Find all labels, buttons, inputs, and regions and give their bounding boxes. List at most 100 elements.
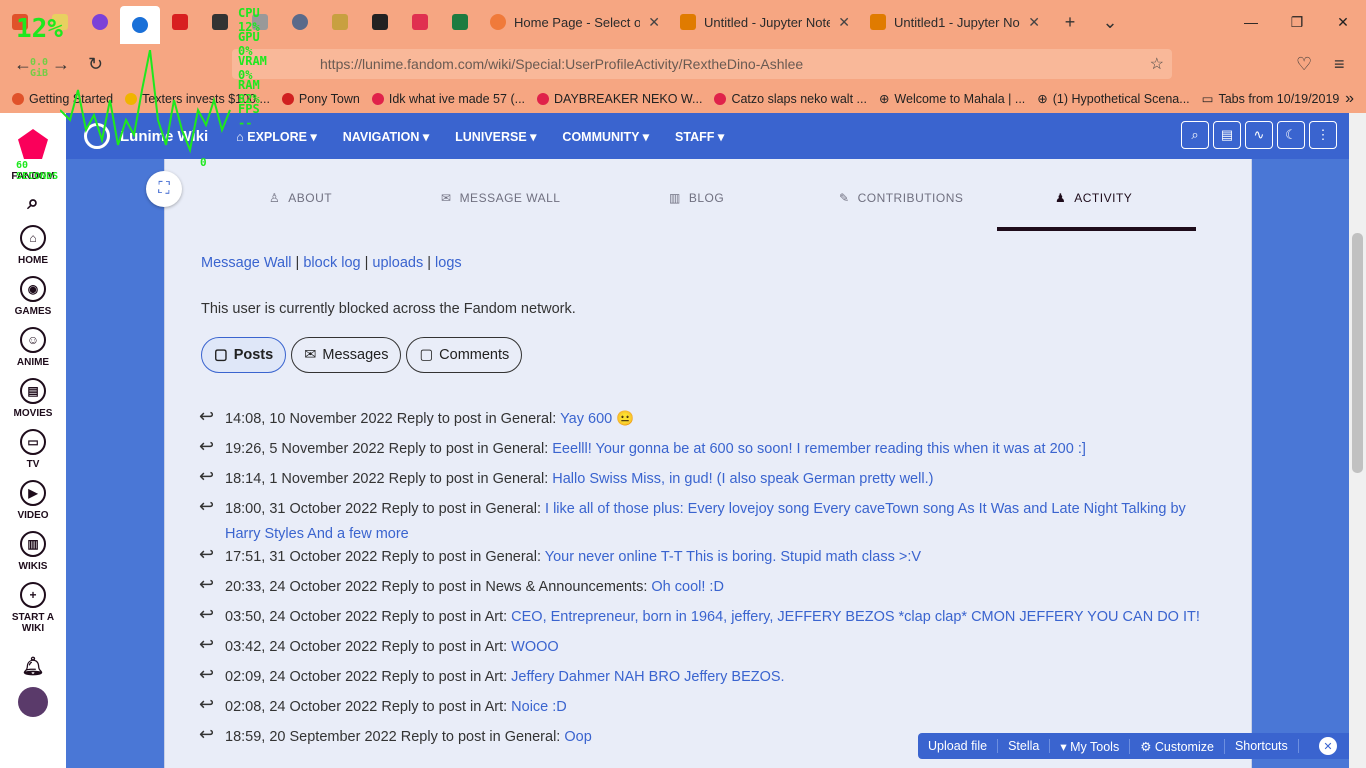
user-avatar[interactable] bbox=[18, 687, 48, 717]
message-wall-link[interactable]: Message Wall bbox=[201, 255, 292, 271]
customize-button[interactable]: ⚙ Customize bbox=[1130, 738, 1225, 754]
filter-posts-button[interactable]: ▢ Posts bbox=[201, 337, 287, 373]
notifications-button[interactable]: 🔔︎ bbox=[22, 656, 45, 677]
cpu-graph bbox=[60, 50, 231, 154]
more-options-icon[interactable]: ⋮ bbox=[1309, 121, 1337, 149]
bookmark-star-icon[interactable]: ☆ bbox=[1150, 54, 1164, 74]
tab-message-wall[interactable]: ✉ MESSAGE WALL bbox=[441, 191, 560, 205]
tab-activity[interactable]: ♟ ACTIVITY bbox=[1055, 191, 1132, 205]
sidebar-item-home[interactable]: ⌂ HOME bbox=[18, 225, 48, 266]
bookmark-item[interactable]: Pony Town bbox=[281, 91, 360, 106]
new-tab-icon[interactable]: + bbox=[1050, 12, 1090, 33]
sidebar-item-label: VIDEO bbox=[17, 510, 49, 521]
pocket-icon[interactable]: ♡ bbox=[1296, 54, 1312, 75]
expand-content-button[interactable]: ⛶ bbox=[146, 171, 182, 207]
pinned-tab[interactable] bbox=[280, 0, 320, 44]
bookmark-item[interactable]: ⊕ Welcome to Mahala | ... bbox=[879, 91, 1026, 107]
activity-link[interactable]: Eeelll! Your gonna be at 600 so soon! I … bbox=[552, 441, 1086, 457]
block-log-link[interactable]: block log bbox=[303, 255, 360, 271]
close-window-icon[interactable]: ✕ bbox=[1320, 14, 1366, 31]
discussions-icon[interactable]: ▤ bbox=[1213, 121, 1241, 149]
sidebar-item-video[interactable]: ▶ VIDEO bbox=[17, 480, 49, 521]
envelope-icon: ✉ bbox=[441, 191, 452, 205]
activity-link[interactable]: Jeffery Dahmer NAH BRO Jeffery BEZOS. bbox=[511, 669, 784, 685]
bookmark-item[interactable]: ⊕ (1) Hypothetical Scena... bbox=[1037, 91, 1189, 107]
tab-list-chevron-icon[interactable]: ⌄ bbox=[1090, 12, 1130, 33]
activity-meta: 18:59, 20 September 2022 Reply to post i… bbox=[225, 729, 561, 745]
sidebar-item-wikis[interactable]: ▥ WIKIS bbox=[19, 531, 47, 572]
shortcuts-button[interactable]: Shortcuts bbox=[1225, 739, 1299, 753]
filter-comments-button[interactable]: ▢ Comments bbox=[406, 337, 523, 373]
pinned-tab[interactable] bbox=[80, 0, 120, 44]
nav-luniverse[interactable]: LUNIVERSE ▾ bbox=[455, 129, 536, 144]
bookmark-favicon-icon bbox=[537, 92, 550, 105]
scrollbar-thumb[interactable] bbox=[1352, 233, 1363, 473]
activity-link[interactable]: Your never online T-T This is boring. St… bbox=[545, 549, 921, 565]
sidebar-item-anime[interactable]: ☺ ANIME bbox=[17, 327, 49, 368]
page-scrollbar[interactable] bbox=[1349, 113, 1366, 768]
close-tab-icon[interactable]: ✕ bbox=[1028, 14, 1040, 31]
bookmark-item[interactable]: DAYBREAKER NEKO W... bbox=[537, 92, 702, 106]
bookmark-item[interactable]: Idk what ive made 57 (... bbox=[371, 92, 525, 106]
activity-link[interactable]: Noice :D bbox=[511, 699, 567, 715]
activity-link[interactable]: Yay 600 bbox=[560, 411, 612, 427]
filter-messages-button[interactable]: ✉ Messages bbox=[291, 337, 402, 373]
tab-about[interactable]: ♙ ABOUT bbox=[269, 191, 332, 205]
nav-explore[interactable]: ⌂ EXPLORE ▾ bbox=[236, 129, 317, 144]
bookmark-folder[interactable]: ▭ Tabs from 10/19/2019 bbox=[1202, 91, 1340, 107]
nav-staff[interactable]: STAFF ▾ bbox=[675, 129, 724, 144]
bookmark-item[interactable]: Catzo slaps neko walt ... bbox=[714, 92, 867, 106]
sidebar-item-tv[interactable]: ▭ TV bbox=[20, 429, 46, 470]
search-button[interactable]: ⌕ bbox=[27, 192, 38, 215]
globe-icon: ⊕ bbox=[1037, 92, 1048, 106]
activity-link[interactable]: CEO, Entrepreneur, born in 1964, jeffery… bbox=[511, 609, 1200, 625]
nav-community[interactable]: COMMUNITY ▾ bbox=[562, 129, 649, 144]
activity-link[interactable]: Oop bbox=[564, 729, 591, 745]
activity-link[interactable]: WOOO bbox=[511, 639, 559, 655]
upload-file-button[interactable]: Upload file bbox=[918, 739, 999, 753]
sidebar-item-games[interactable]: ◉ GAMES bbox=[15, 276, 51, 317]
activity-link[interactable]: Oh cool! :D bbox=[651, 579, 724, 595]
menu-icon[interactable]: ≡ bbox=[1334, 54, 1345, 75]
bookmark-label: Tabs from 10/19/2019 bbox=[1218, 91, 1340, 106]
search-icon[interactable]: ⌕ bbox=[1181, 121, 1209, 149]
bookmark-label: Welcome to Mahala | ... bbox=[894, 91, 1026, 106]
nav-navigation[interactable]: NAVIGATION ▾ bbox=[343, 129, 429, 144]
pinned-tab-active[interactable] bbox=[120, 6, 160, 44]
browser-tab[interactable]: Home Page - Select or cr ✕ bbox=[480, 0, 670, 44]
close-tab-icon[interactable]: ✕ bbox=[648, 14, 660, 31]
network-stat: 0.0 GiB bbox=[30, 57, 49, 79]
more-bookmarks-chevron-icon[interactable]: » bbox=[1345, 90, 1354, 108]
restore-icon[interactable]: ❐ bbox=[1274, 14, 1320, 31]
tab-blog[interactable]: ▥ BLOG bbox=[669, 191, 724, 205]
browser-tab[interactable]: Untitled - Jupyter Noteb ✕ bbox=[670, 0, 860, 44]
reply-arrow-icon: ↩ bbox=[199, 406, 215, 426]
activity-link[interactable]: Hallo Swiss Miss, in gud! (I also speak … bbox=[552, 471, 933, 487]
uploads-link[interactable]: uploads bbox=[372, 255, 423, 271]
activity-item: ↩ 03:50, 24 October 2022 Reply to post in… bbox=[199, 604, 1209, 630]
activity-item: ↩ 03:42, 24 October 2022 Reply to post in… bbox=[199, 634, 1209, 660]
user-menu-button[interactable]: Stella bbox=[998, 739, 1051, 753]
pinned-tab[interactable] bbox=[400, 0, 440, 44]
minimize-icon[interactable]: — bbox=[1228, 14, 1274, 30]
bookmark-label: Pony Town bbox=[298, 91, 360, 106]
sidebar-item-start-a-wiki[interactable]: + START A WIKI bbox=[8, 582, 58, 634]
activity-icon[interactable]: ∿ bbox=[1245, 121, 1273, 149]
fandom-heart-icon bbox=[18, 129, 48, 159]
pinned-tab[interactable] bbox=[200, 0, 240, 44]
close-tab-icon[interactable]: ✕ bbox=[838, 14, 850, 31]
close-toolbar-icon[interactable]: ✕ bbox=[1319, 737, 1337, 755]
logs-link[interactable]: logs bbox=[435, 255, 462, 271]
tab-title: Untitled - Jupyter Noteb bbox=[704, 14, 831, 30]
address-bar[interactable]: https://lunime.fandom.com/wiki/Special:U… bbox=[232, 49, 1172, 79]
pinned-tab[interactable] bbox=[320, 0, 360, 44]
window-controls: — ❐ ✕ bbox=[1228, 0, 1366, 44]
tab-contributions[interactable]: ✎ CONTRIBUTIONS bbox=[839, 191, 963, 205]
pinned-tab[interactable] bbox=[440, 0, 480, 44]
pinned-tab[interactable] bbox=[160, 0, 200, 44]
browser-tab[interactable]: Untitled1 - Jupyter Noteb ✕ bbox=[860, 0, 1050, 44]
sidebar-item-movies[interactable]: ▤ MOVIES bbox=[14, 378, 52, 419]
pinned-tab[interactable] bbox=[360, 0, 400, 44]
dark-mode-icon[interactable]: ☾ bbox=[1277, 121, 1305, 149]
my-tools-button[interactable]: ▾ My Tools bbox=[1050, 738, 1131, 754]
